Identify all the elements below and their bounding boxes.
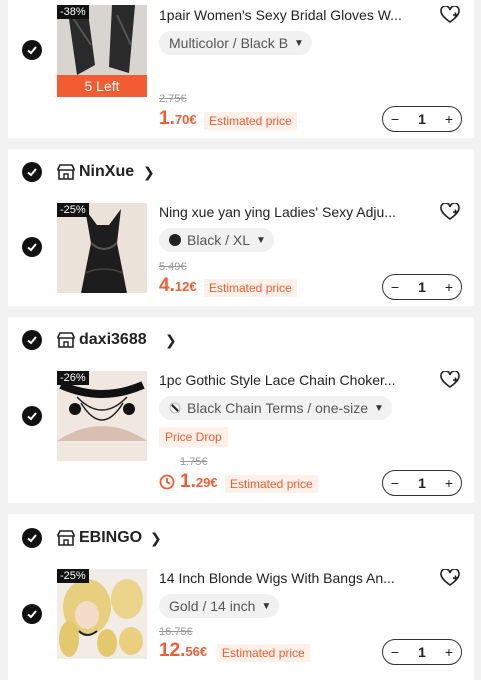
increase-button[interactable]: + (437, 279, 461, 295)
select-checkmark-icon[interactable] (22, 604, 42, 624)
wishlist-heart-icon[interactable] (440, 569, 460, 587)
chevron-down-icon: ▼ (294, 37, 304, 49)
decrease-button[interactable]: − (383, 644, 407, 660)
quantity-value: 1 (418, 475, 426, 491)
store-select-checkmark-icon[interactable] (22, 330, 42, 350)
color-swatch-icon (169, 234, 181, 246)
variant-selector[interactable]: Black Chain Terms / one-size ▼ (159, 396, 392, 420)
quantity-stepper[interactable]: − 1 + (382, 106, 462, 132)
chain-swatch-icon (169, 402, 181, 414)
store-group-card: daxi3688 ❯ -26% 1pc Gothic Style Lace Ch… (8, 317, 474, 503)
store-group-card: EBINGO ❯ -25% 14 Inch Blonde Wigs With B… (8, 514, 474, 680)
select-checkmark-icon[interactable] (22, 40, 42, 60)
quantity-value: 1 (418, 111, 426, 127)
estimated-price-label: Estimated price (225, 475, 318, 493)
store-icon (57, 164, 75, 180)
chevron-right-icon[interactable]: ❯ (165, 332, 177, 349)
chevron-down-icon: ▼ (256, 234, 266, 246)
store-name[interactable]: NinXue (79, 163, 134, 181)
select-checkmark-icon[interactable] (22, 237, 42, 257)
quantity-stepper[interactable]: − 1 + (382, 639, 462, 665)
decrease-button[interactable]: − (383, 111, 407, 127)
chevron-down-icon: ▼ (374, 402, 384, 414)
estimated-price-label: Estimated price (217, 644, 310, 662)
product-title[interactable]: 14 Inch Blonde Wigs With Bangs An... (159, 570, 429, 586)
stock-left-banner: 5 Left (57, 75, 147, 97)
product-image[interactable]: -38% 5 Left (57, 5, 147, 97)
decrease-button[interactable]: − (383, 279, 407, 295)
clock-icon (159, 474, 175, 490)
price: 1.70€ (159, 108, 197, 129)
variant-selector[interactable]: Black / XL ▼ (159, 228, 274, 252)
store-icon (57, 530, 75, 546)
wishlist-heart-icon[interactable] (440, 371, 460, 389)
product-title[interactable]: Ning xue yan ying Ladies' Sexy Adju... (159, 204, 429, 220)
cart-item-card: -38% 5 Left 1pair Women's Sexy Bridal Gl… (8, 0, 474, 138)
variant-label: Black / XL (187, 232, 251, 248)
price: 4.12€ (159, 275, 197, 296)
variant-label: Gold / 14 inch (169, 598, 256, 614)
increase-button[interactable]: + (437, 111, 461, 127)
store-name[interactable]: daxi3688 (79, 331, 147, 349)
store-icon (57, 332, 75, 348)
discount-badge: -25% (57, 203, 89, 217)
variant-label: Multicolor / Black B (169, 35, 289, 51)
product-image[interactable]: -25% (57, 203, 147, 293)
select-checkmark-icon[interactable] (22, 406, 42, 426)
wishlist-heart-icon[interactable] (440, 203, 460, 221)
estimated-price-label: Estimated price (204, 112, 297, 130)
quantity-stepper[interactable]: − 1 + (382, 470, 462, 496)
store-name[interactable]: EBINGO (79, 529, 142, 547)
store-group-card: NinXue ❯ -25% Ning xue yan ying Ladies' … (8, 149, 474, 306)
variant-selector[interactable]: Multicolor / Black B ▼ (159, 31, 312, 55)
increase-button[interactable]: + (437, 644, 461, 660)
price-drop-tag: Price Drop (159, 427, 228, 447)
discount-badge: -25% (57, 569, 89, 583)
chevron-right-icon[interactable]: ❯ (143, 164, 155, 181)
increase-button[interactable]: + (437, 475, 461, 491)
variant-label: Black Chain Terms / one-size (187, 400, 369, 416)
wishlist-heart-icon[interactable] (440, 6, 460, 24)
price: 12.56€ (159, 640, 208, 661)
original-price: 16.75€ (159, 626, 193, 638)
store-select-checkmark-icon[interactable] (22, 162, 42, 182)
chevron-right-icon[interactable]: ❯ (150, 530, 162, 547)
discount-badge: -38% (57, 5, 89, 19)
variant-selector[interactable]: Gold / 14 inch ▼ (159, 594, 280, 618)
store-select-checkmark-icon[interactable] (22, 528, 42, 548)
decrease-button[interactable]: − (383, 475, 407, 491)
quantity-stepper[interactable]: − 1 + (382, 274, 462, 300)
original-price: 2.75€ (159, 93, 187, 105)
price: 1.29€ (180, 471, 218, 492)
quantity-value: 1 (418, 644, 426, 660)
quantity-value: 1 (418, 279, 426, 295)
estimated-price-label: Estimated price (204, 279, 297, 297)
product-title[interactable]: 1pc Gothic Style Lace Chain Choker... (159, 372, 429, 388)
original-price: 1.75€ (180, 456, 208, 468)
original-price: 5.49€ (159, 261, 187, 273)
product-title[interactable]: 1pair Women's Sexy Bridal Gloves W... (159, 7, 429, 23)
chevron-down-icon: ▼ (261, 600, 272, 612)
discount-badge: -26% (57, 371, 89, 385)
product-image[interactable]: -26% (57, 371, 147, 461)
product-image[interactable]: -25% (57, 569, 147, 659)
